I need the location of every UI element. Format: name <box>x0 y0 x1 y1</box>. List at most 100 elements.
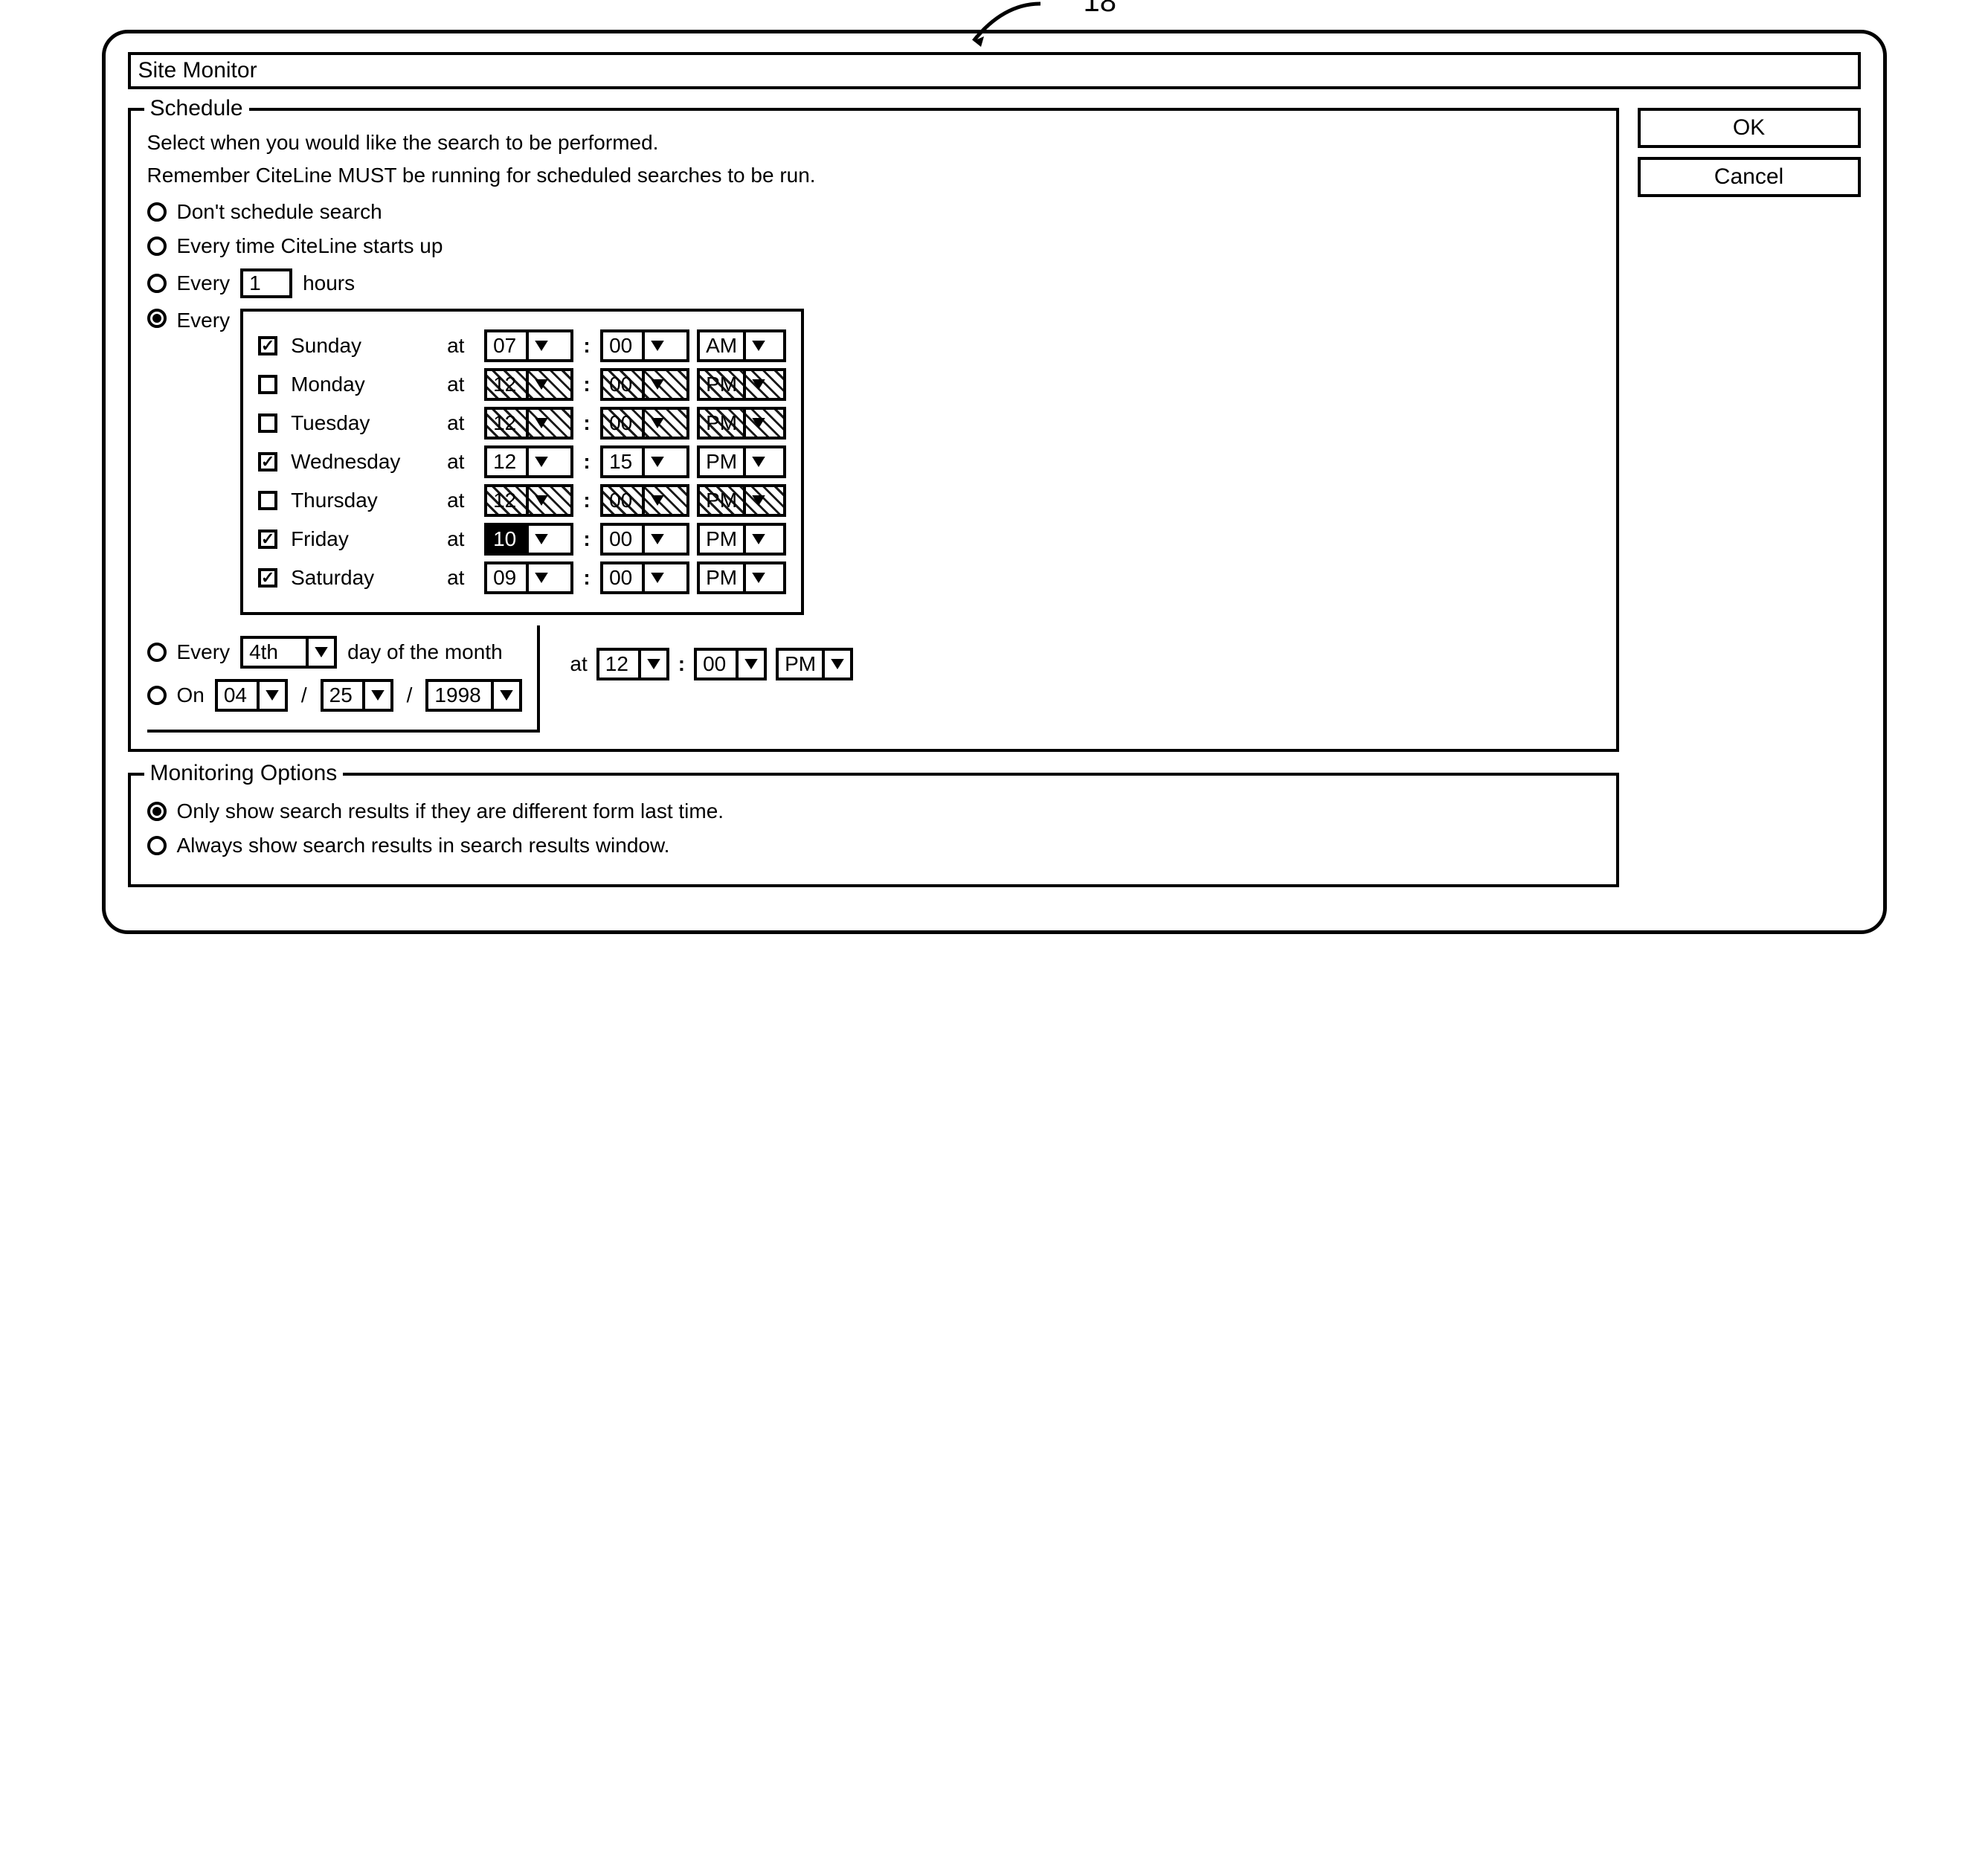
every-hours-suffix: hours <box>303 271 355 295</box>
time-colon: : <box>678 652 685 676</box>
radio-every-hours[interactable] <box>147 274 167 293</box>
day-checkbox[interactable]: ✓ <box>258 530 277 549</box>
day-min-combo[interactable]: 15 <box>600 445 689 478</box>
at-label: at <box>447 373 477 396</box>
radio-dont-schedule-label: Don't schedule search <box>177 200 382 224</box>
radio-only-if-different[interactable] <box>147 802 167 821</box>
radio-dont-schedule[interactable] <box>147 202 167 222</box>
day-min-combo[interactable]: 00 <box>600 329 689 362</box>
time-colon: : <box>581 527 593 551</box>
day-hour-combo[interactable]: 12 <box>484 407 573 440</box>
date-month-combo[interactable]: 04 <box>215 679 288 712</box>
chevron-down-icon[interactable] <box>822 651 850 678</box>
radio-every-week[interactable] <box>147 309 167 328</box>
chevron-down-icon[interactable] <box>491 682 519 709</box>
chevron-down-icon[interactable] <box>743 564 771 591</box>
radio-only-if-different-label: Only show search results if they are dif… <box>177 799 724 823</box>
radio-every-month[interactable] <box>147 643 167 662</box>
day-name: Saturday <box>291 566 440 590</box>
day-min-combo[interactable]: 00 <box>600 407 689 440</box>
chevron-down-icon[interactable] <box>642 332 670 359</box>
day-hour-combo[interactable]: 10 <box>484 523 573 556</box>
chevron-down-icon[interactable] <box>526 526 554 553</box>
time-hour-combo[interactable]: 12 <box>596 648 669 680</box>
chevron-down-icon[interactable] <box>743 332 771 359</box>
day-checkbox[interactable]: ✓ <box>258 568 277 588</box>
chevron-down-icon[interactable] <box>526 448 554 475</box>
chevron-down-icon[interactable] <box>526 332 554 359</box>
day-name: Thursday <box>291 489 440 512</box>
chevron-down-icon[interactable] <box>743 487 771 514</box>
chevron-down-icon[interactable] <box>526 487 554 514</box>
schedule-intro-2: Remember CiteLine MUST be running for sc… <box>147 161 1600 190</box>
day-checkbox[interactable] <box>258 491 277 510</box>
callout-arrow-icon <box>959 0 1048 52</box>
day-hour-combo[interactable]: 12 <box>484 445 573 478</box>
monitoring-options-group: Monitoring Options Only show search resu… <box>128 773 1619 887</box>
at-label: at <box>447 489 477 512</box>
radio-on-startup[interactable] <box>147 236 167 256</box>
day-ampm-combo[interactable]: PM <box>697 407 786 440</box>
chevron-down-icon[interactable] <box>526 564 554 591</box>
chevron-down-icon[interactable] <box>526 410 554 437</box>
chevron-down-icon[interactable] <box>362 682 390 709</box>
day-min-combo[interactable]: 00 <box>600 484 689 517</box>
day-checkbox[interactable]: ✓ <box>258 336 277 355</box>
chevron-down-icon[interactable] <box>526 371 554 398</box>
every-month-suffix: day of the month <box>347 640 503 664</box>
chevron-down-icon[interactable] <box>743 448 771 475</box>
day-checkbox[interactable]: ✓ <box>258 452 277 472</box>
day-hour-combo[interactable]: 09 <box>484 561 573 594</box>
chevron-down-icon[interactable] <box>743 371 771 398</box>
day-ampm-combo[interactable]: PM <box>697 561 786 594</box>
cancel-button[interactable]: Cancel <box>1638 157 1861 197</box>
day-name: Monday <box>291 373 440 396</box>
figure-callout-number: 18 <box>1084 0 1117 19</box>
radio-on-date[interactable] <box>147 686 167 705</box>
month-day-ordinal-combo[interactable]: 4th <box>240 636 337 669</box>
day-row: Mondayat12:00PM <box>258 368 786 401</box>
day-min-combo[interactable]: 00 <box>600 561 689 594</box>
at-label: at <box>447 566 477 590</box>
day-min-combo[interactable]: 00 <box>600 523 689 556</box>
time-ampm-combo[interactable]: PM <box>776 648 853 680</box>
chevron-down-icon[interactable] <box>743 526 771 553</box>
chevron-down-icon[interactable] <box>638 651 666 678</box>
day-name: Wednesday <box>291 450 440 474</box>
day-hour-combo[interactable]: 07 <box>484 329 573 362</box>
chevron-down-icon[interactable] <box>642 526 670 553</box>
ok-button[interactable]: OK <box>1638 108 1861 148</box>
day-min-combo[interactable]: 00 <box>600 368 689 401</box>
chevron-down-icon[interactable] <box>642 487 670 514</box>
on-date-label: On <box>177 683 205 707</box>
hours-input[interactable]: 1 <box>240 268 292 298</box>
time-min-combo[interactable]: 00 <box>694 648 767 680</box>
schedule-intro-1: Select when you would like the search to… <box>147 129 1600 157</box>
day-row: ✓Fridayat10:00PM <box>258 523 786 556</box>
day-checkbox[interactable] <box>258 375 277 394</box>
chevron-down-icon[interactable] <box>736 651 764 678</box>
day-hour-combo[interactable]: 12 <box>484 484 573 517</box>
chevron-down-icon[interactable] <box>306 639 334 666</box>
date-day-combo[interactable]: 25 <box>321 679 393 712</box>
chevron-down-icon[interactable] <box>642 448 670 475</box>
day-ampm-combo[interactable]: PM <box>697 484 786 517</box>
date-year-combo[interactable]: 1998 <box>425 679 522 712</box>
radio-always-show[interactable] <box>147 836 167 855</box>
day-ampm-combo[interactable]: PM <box>697 445 786 478</box>
day-row: ✓Saturdayat09:00PM <box>258 561 786 594</box>
at-label: at <box>447 450 477 474</box>
every-week-label: Every <box>177 309 231 332</box>
day-ampm-combo[interactable]: AM <box>697 329 786 362</box>
day-ampm-combo[interactable]: PM <box>697 368 786 401</box>
day-ampm-combo[interactable]: PM <box>697 523 786 556</box>
chevron-down-icon[interactable] <box>642 410 670 437</box>
chevron-down-icon[interactable] <box>743 410 771 437</box>
time-colon: : <box>581 334 593 358</box>
day-hour-combo[interactable]: 12 <box>484 368 573 401</box>
time-colon: : <box>581 411 593 435</box>
day-checkbox[interactable] <box>258 413 277 433</box>
chevron-down-icon[interactable] <box>642 564 670 591</box>
chevron-down-icon[interactable] <box>642 371 670 398</box>
chevron-down-icon[interactable] <box>257 682 285 709</box>
